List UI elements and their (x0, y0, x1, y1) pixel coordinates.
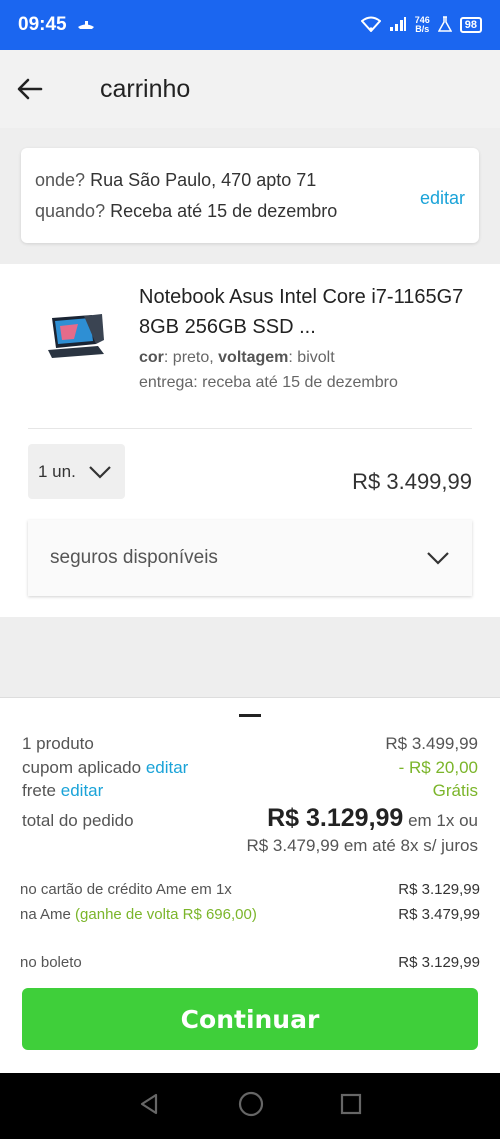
summary-installments-row: R$ 3.479,99 em até 8x s/ juros (22, 836, 478, 856)
product-info: Notebook Asus Intel Core i7-1165G7 8GB 2… (139, 282, 479, 394)
edit-coupon-link[interactable]: editar (146, 758, 189, 777)
continue-button[interactable]: Continuar (22, 988, 478, 1050)
payment-label: no boleto (20, 954, 82, 971)
chevron-down-icon (89, 465, 111, 479)
payment-amount: R$ 3.129,99 (398, 954, 480, 971)
voltage-value: bivolt (297, 349, 335, 366)
app-header: carrinho (0, 50, 500, 128)
insurance-dropdown[interactable]: seguros disponíveis (28, 520, 472, 596)
product-section: Notebook Asus Intel Core i7-1165G7 8GB 2… (0, 264, 500, 617)
divider (28, 428, 472, 429)
cashback-text: (ganhe de volta R$ 696,00) (75, 906, 257, 923)
where-label: onde? (35, 170, 86, 190)
delivery-where: onde? Rua São Paulo, 470 apto 71 (35, 170, 465, 191)
order-summary-sheet: 1 produto R$ 3.499,99 cupom aplicado edi… (0, 697, 500, 1073)
nav-back-icon[interactable] (138, 1092, 162, 1121)
shipping-label: frete (22, 781, 57, 800)
insurance-label: seguros disponíveis (50, 547, 218, 568)
quantity-value: 1 un. (38, 461, 76, 481)
product-image[interactable] (44, 314, 106, 362)
back-arrow-icon[interactable] (0, 50, 60, 128)
total-label: total do pedido (22, 811, 134, 830)
products-label: 1 produto (22, 734, 94, 753)
quantity-select[interactable]: 1 un. (28, 444, 125, 499)
delivery-card: onde? Rua São Paulo, 470 apto 71 quando?… (21, 148, 479, 243)
net-speed-unit: B/s (415, 24, 430, 34)
products-value: R$ 3.499,99 (385, 734, 478, 753)
payment-option-row: no boleto R$ 3.129,99 (20, 954, 480, 971)
submarine-notification-icon (77, 18, 95, 33)
battery-icon: 98 (459, 17, 482, 33)
edit-shipping-link[interactable]: editar (61, 781, 104, 800)
sheet-handle[interactable] (239, 714, 261, 717)
status-time: 09:45 (18, 14, 67, 35)
coupon-value: - R$ 20,00 (398, 758, 478, 777)
payment-option-row: na Ame (ganhe de volta R$ 696,00) R$ 3.4… (20, 906, 480, 923)
network-speed: 746 B/s (415, 16, 430, 34)
installments-text: R$ 3.479,99 em até 8x s/ juros (246, 836, 478, 855)
page-title: carrinho (100, 74, 191, 103)
coupon-label: cupom aplicado (22, 758, 142, 777)
summary-coupon-row: cupom aplicado editar - R$ 20,00 (22, 758, 478, 778)
payment-amount: R$ 3.479,99 (398, 906, 480, 923)
payment-option-row: no cartão de crédito Ame em 1x R$ 3.129,… (20, 881, 480, 898)
payment-label: no cartão de crédito Ame em 1x (20, 881, 232, 898)
system-nav-bar (0, 1073, 500, 1139)
payment-label: na Ame (20, 906, 71, 923)
nav-home-icon[interactable] (238, 1091, 264, 1122)
delivery-when: quando? Receba até 15 de dezembro (35, 201, 465, 222)
where-value: Rua São Paulo, 470 apto 71 (90, 170, 317, 190)
chevron-down-icon (427, 552, 449, 565)
status-bar: 09:45 746 B/s 98 (0, 0, 500, 50)
edit-delivery-link[interactable]: editar (420, 188, 465, 209)
wifi-icon (360, 16, 382, 35)
item-price: R$ 3.499,99 (352, 469, 472, 494)
total-value: R$ 3.129,99 (267, 804, 404, 832)
total-suffix: em 1x ou (408, 811, 478, 830)
shipping-value: Grátis (432, 781, 478, 800)
color-value: preto (172, 349, 210, 366)
nav-recents-icon[interactable] (340, 1093, 362, 1120)
color-label: cor (139, 349, 164, 366)
flask-icon (437, 15, 453, 35)
when-label: quando? (35, 201, 106, 221)
payment-amount: R$ 3.129,99 (398, 881, 480, 898)
product-name[interactable]: Notebook Asus Intel Core i7-1165G7 8GB 2… (139, 282, 479, 342)
summary-total-row: total do pedido R$ 3.129,99 em 1x ou (22, 804, 478, 833)
summary-products-row: 1 produto R$ 3.499,99 (22, 734, 478, 754)
product-delivery: entrega: receba até 15 de dezembro (139, 374, 398, 391)
product-attributes: cor: preto, voltagem: bivolt (139, 349, 335, 366)
summary-shipping-row: frete editar Grátis (22, 781, 478, 801)
signal-icon (389, 16, 407, 35)
when-value: Receba até 15 de dezembro (110, 201, 338, 221)
voltage-label: voltagem (218, 349, 289, 366)
